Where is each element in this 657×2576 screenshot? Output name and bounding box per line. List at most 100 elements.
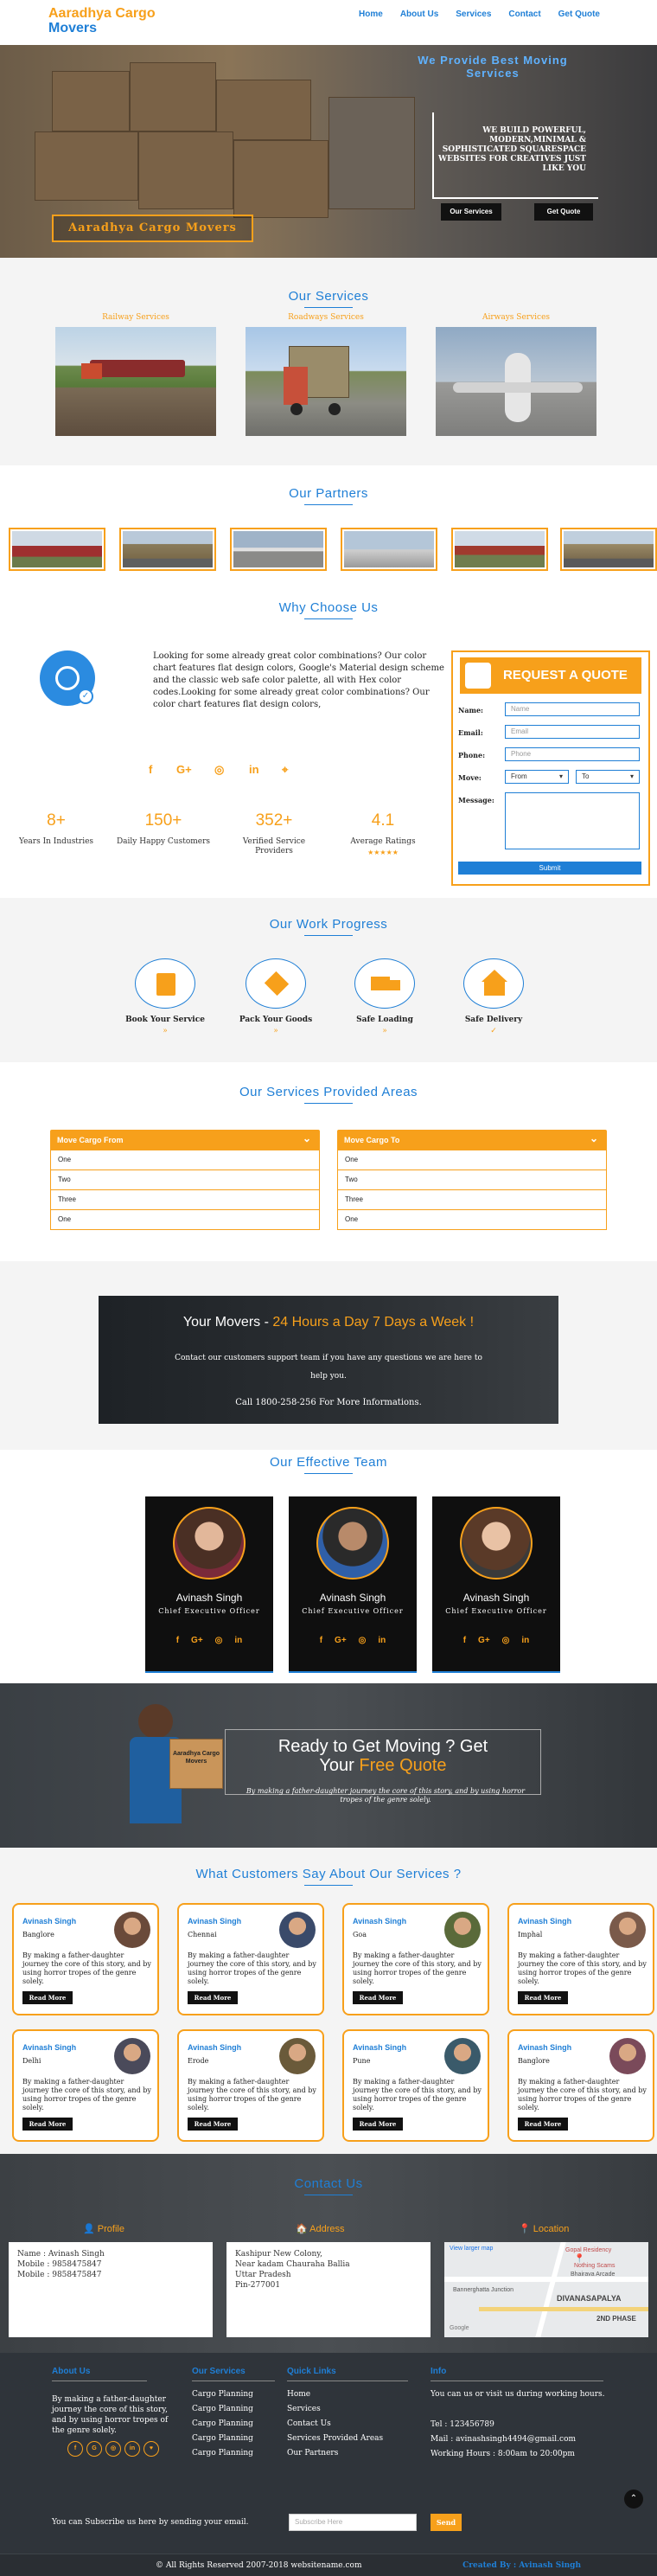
read-more-button[interactable]: Read More <box>353 2118 403 2131</box>
read-more-button[interactable]: Read More <box>188 2118 238 2131</box>
service-card-airways[interactable]: Airways Services <box>436 313 596 436</box>
testimonial-name: Avinash Singh <box>22 1917 77 1926</box>
nav-get-quote[interactable]: Get Quote <box>558 10 600 19</box>
address-lines: Kashipur New Colony, Near kadam Chauraha… <box>226 2242 431 2297</box>
location-icon[interactable]: ⌖ <box>282 763 288 777</box>
name-input[interactable]: Name <box>505 702 640 716</box>
facebook-icon[interactable]: f <box>176 1636 179 1645</box>
team-social: f G+ ◎ in <box>145 1636 273 1645</box>
map-view-larger-link[interactable]: View larger map <box>450 2246 493 2252</box>
send-button[interactable]: Send <box>431 2514 462 2531</box>
stat-ratings: 4.1 Average Ratings ★★★★★ <box>335 811 431 856</box>
linkedin-icon[interactable]: in <box>124 2441 140 2457</box>
footer-link-partners[interactable]: Our Partners <box>287 2446 383 2461</box>
footer-link-contact[interactable]: Contact Us <box>287 2417 383 2432</box>
scroll-to-top-button[interactable]: ⌃ <box>624 2489 643 2509</box>
instagram-icon[interactable]: ◎ <box>502 1636 510 1645</box>
dropdown-option[interactable]: One <box>337 1150 607 1170</box>
check-icon: ✓ <box>490 1027 497 1035</box>
dropdown-header[interactable]: Move Cargo To <box>337 1130 607 1150</box>
facebook-icon[interactable]: f <box>149 763 152 776</box>
read-more-button[interactable]: Read More <box>518 2118 568 2131</box>
subscribe-input[interactable]: Subscribe Here <box>289 2514 417 2531</box>
footer-service-link[interactable]: Cargo Planning <box>192 2402 253 2417</box>
email-input[interactable]: Email <box>505 725 640 739</box>
partner-logo[interactable] <box>230 528 327 571</box>
nav-about[interactable]: About Us <box>400 10 438 19</box>
google-icon[interactable]: G <box>86 2441 102 2457</box>
nav-home[interactable]: Home <box>359 10 383 19</box>
linkedin-icon[interactable]: in <box>234 1636 242 1645</box>
footer-link-areas[interactable]: Services Provided Areas <box>287 2432 383 2446</box>
instagram-icon[interactable]: ◎ <box>215 1636 223 1645</box>
linkedin-icon[interactable]: in <box>378 1636 386 1645</box>
to-select[interactable]: To ▾ <box>576 770 640 784</box>
instagram-icon[interactable]: ◎ <box>105 2441 121 2457</box>
partner-logo[interactable] <box>451 528 548 571</box>
phone-input[interactable]: Phone <box>505 747 640 761</box>
railway-image <box>55 327 216 436</box>
team-card: Avinash Singh Chief Executive Officer f G… <box>145 1496 273 1673</box>
partner-logo[interactable] <box>119 528 216 571</box>
read-more-button[interactable]: Read More <box>22 2118 73 2131</box>
dropdown-option[interactable]: One <box>337 1210 607 1230</box>
movers-title-b: 24 Hours a Day 7 Days a Week ! <box>272 1315 475 1330</box>
read-more-button[interactable]: Read More <box>353 1991 403 2004</box>
read-more-button[interactable]: Read More <box>518 1991 568 2004</box>
facebook-icon[interactable]: f <box>463 1636 466 1645</box>
cardboard-box: Aaradhya Cargo Movers <box>169 1739 223 1789</box>
read-more-button[interactable]: Read More <box>22 1991 73 2004</box>
dropdown-option[interactable]: Two <box>337 1170 607 1190</box>
footer-link-services[interactable]: Services <box>287 2402 383 2417</box>
footer-service-link[interactable]: Cargo Planning <box>192 2446 253 2461</box>
dropdown-option[interactable]: One <box>50 1210 320 1230</box>
testimonial-text: By making a father-daughter journey the … <box>353 1951 482 1985</box>
dropdown-option[interactable]: One <box>50 1150 320 1170</box>
linkedin-icon[interactable]: in <box>249 763 259 776</box>
step-delivery: Safe Delivery ✓ <box>446 958 541 1035</box>
ready-title-b: Your <box>319 1756 360 1775</box>
service-card-railway[interactable]: Railway Services <box>55 313 216 436</box>
read-more-button[interactable]: Read More <box>188 1991 238 2004</box>
move-to-dropdown[interactable]: Move Cargo To One Two Three One <box>337 1130 607 1230</box>
footer-mail[interactable]: Mail : avinashsingh4494@gmail.com <box>431 2432 621 2447</box>
hero-title: We Provide Best Moving Services <box>418 54 568 80</box>
footer-link-home[interactable]: Home <box>287 2387 383 2402</box>
message-textarea[interactable] <box>505 792 640 849</box>
google-plus-icon[interactable]: G+ <box>335 1636 347 1645</box>
get-quote-button[interactable]: Get Quote <box>534 203 593 221</box>
dropdown-header[interactable]: Move Cargo From <box>50 1130 320 1150</box>
our-services-button[interactable]: Our Services <box>441 203 501 221</box>
partner-logo[interactable] <box>9 528 105 571</box>
instagram-icon[interactable]: ◎ <box>359 1636 367 1645</box>
dropdown-option[interactable]: Two <box>50 1170 320 1190</box>
heart-icon[interactable]: ♥ <box>144 2441 159 2457</box>
nav-services[interactable]: Services <box>456 10 491 19</box>
linkedin-icon[interactable]: in <box>521 1636 529 1645</box>
dropdown-option[interactable]: Three <box>337 1190 607 1210</box>
site-logo[interactable]: Aaradhya Cargo Movers <box>48 6 156 35</box>
work-progress-section: Our Work Progress Book Your Service » Pa… <box>0 898 657 1062</box>
partner-logo[interactable] <box>341 528 437 571</box>
instagram-icon[interactable]: ◎ <box>214 763 224 777</box>
footer-service-link[interactable]: Cargo Planning <box>192 2417 253 2432</box>
google-plus-icon[interactable]: G+ <box>191 1636 203 1645</box>
facebook-icon[interactable]: f <box>67 2441 83 2457</box>
facebook-icon[interactable]: f <box>320 1636 322 1645</box>
footer-service-link[interactable]: Cargo Planning <box>192 2387 253 2402</box>
move-from-dropdown[interactable]: Move Cargo From One Two Three One <box>50 1130 320 1230</box>
movers-call: Call 1800-258-256 For More Informations. <box>235 1398 422 1407</box>
partner-logo[interactable] <box>560 528 657 571</box>
ready-subtitle: By making a father-daughter journey the … <box>246 1787 526 1804</box>
nav-contact[interactable]: Contact <box>508 10 540 19</box>
testimonial-city: Erode <box>188 2057 209 2065</box>
google-plus-icon[interactable]: G+ <box>176 763 192 776</box>
map-box[interactable]: View larger map Gopal Residency Nothing … <box>444 2242 648 2337</box>
contact-section: Contact Us 👤 Profile 🏠 Address 📍 Locatio… <box>0 2154 657 2353</box>
footer-service-link[interactable]: Cargo Planning <box>192 2432 253 2446</box>
submit-button[interactable]: Submit <box>458 862 641 875</box>
service-card-roadways[interactable]: Roadways Services <box>246 313 406 436</box>
from-select[interactable]: From ▾ <box>505 770 569 784</box>
google-plus-icon[interactable]: G+ <box>478 1636 490 1645</box>
dropdown-option[interactable]: Three <box>50 1190 320 1210</box>
